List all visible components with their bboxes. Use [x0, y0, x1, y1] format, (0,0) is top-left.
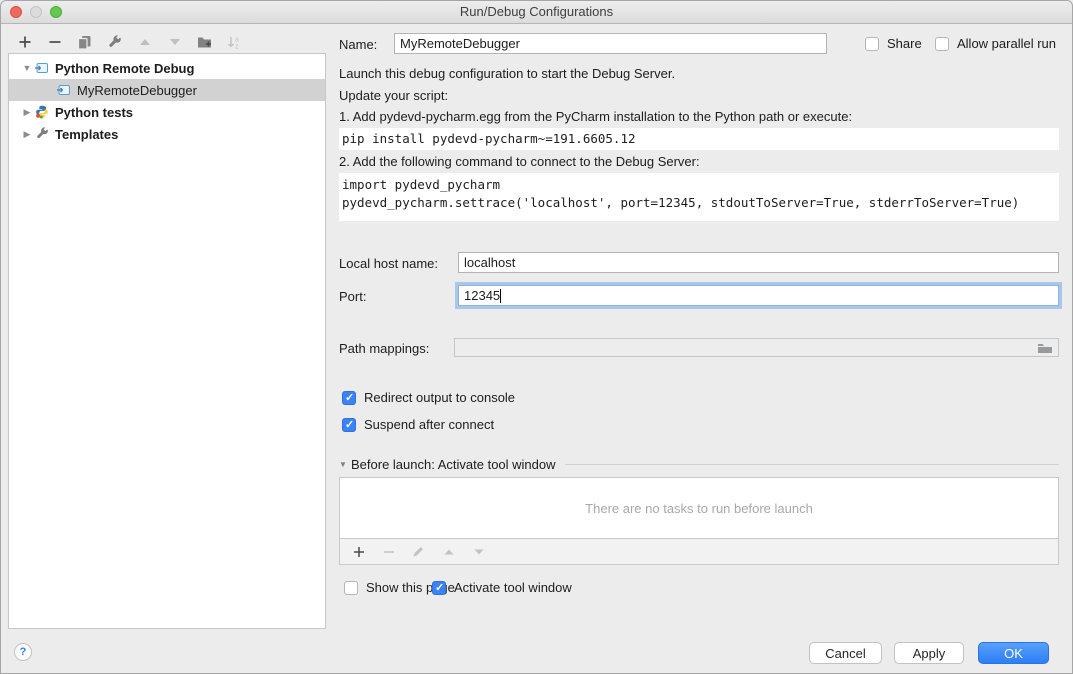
local-host-label: Local host name: [339, 256, 438, 271]
copy-icon[interactable] [76, 34, 93, 51]
remove-icon[interactable] [46, 34, 63, 51]
redirect-output-checkbox-group: Redirect output to console [342, 390, 515, 405]
svg-text:z: z [235, 43, 239, 50]
settrace-code-block: import pydevd_pycharm pydevd_pycharm.set… [339, 173, 1059, 221]
chevron-right-icon[interactable]: ▶ [21, 107, 33, 118]
port-row: Port: [339, 284, 1059, 308]
section-divider [565, 464, 1059, 465]
tree-item-python-tests[interactable]: ▶ Python tests [9, 101, 325, 123]
allow-parallel-checkbox-group: Allow parallel run [935, 36, 1056, 51]
suspend-after-connect-checkbox-group: Suspend after connect [342, 417, 494, 432]
local-host-field-wrapper [458, 252, 1059, 273]
port-label: Port: [339, 289, 366, 304]
python-tests-icon [33, 105, 50, 119]
cancel-button[interactable]: Cancel [809, 642, 882, 664]
folder-icon[interactable] [1037, 341, 1053, 357]
instruction-intro: Launch this debug configuration to start… [339, 66, 675, 81]
instruction-step2: 2. Add the following command to connect … [339, 154, 700, 169]
tree-item-label: Templates [55, 127, 118, 142]
add-icon[interactable] [16, 34, 33, 51]
code-line-2: pydevd_pycharm.settrace('localhost', por… [342, 194, 1059, 212]
share-checkbox-group: Share [865, 36, 922, 51]
window-title: Run/Debug Configurations [1, 1, 1072, 23]
help-button[interactable]: ? [14, 643, 32, 661]
titlebar[interactable]: Run/Debug Configurations [1, 1, 1072, 24]
activate-tool-window-label: Activate tool window [454, 580, 572, 595]
edit-defaults-wrench-icon[interactable] [106, 34, 123, 51]
show-this-page-checkbox[interactable] [344, 581, 358, 595]
suspend-after-connect-checkbox[interactable] [342, 418, 356, 432]
suspend-after-connect-label: Suspend after connect [364, 417, 494, 432]
allow-parallel-run-label: Allow parallel run [957, 36, 1056, 51]
name-row: Name: Share Allow parallel run [339, 33, 1059, 55]
edit-pencil-icon [410, 543, 427, 560]
sort-alphabetically-icon: az [226, 34, 243, 51]
new-folder-icon[interactable] [196, 34, 213, 51]
move-down-icon [166, 34, 183, 51]
tree-item-python-remote-debug[interactable]: ▼ Python Remote Debug [9, 57, 325, 79]
activate-tool-window-checkbox[interactable] [432, 581, 446, 595]
pip-command-code: pip install pydevd-pycharm~=191.6605.12 [339, 128, 1059, 150]
activate-tool-window-checkbox-group: Activate tool window [432, 580, 572, 595]
run-debug-configurations-dialog: Run/Debug Configurations az ▼ [0, 0, 1073, 674]
empty-task-list-text: There are no tasks to run before launch [585, 501, 813, 516]
configurations-toolbar: az [16, 31, 243, 53]
before-launch-header[interactable]: ▼ Before launch: Activate tool window [339, 457, 1059, 472]
instruction-update: Update your script: [339, 88, 448, 103]
before-launch-task-list[interactable]: There are no tasks to run before launch [339, 477, 1059, 539]
local-host-input[interactable] [459, 253, 1058, 272]
name-label: Name: [339, 37, 377, 52]
port-input[interactable] [459, 286, 1058, 305]
allow-parallel-run-checkbox[interactable] [935, 37, 949, 51]
port-field-wrapper [458, 285, 1059, 306]
add-icon[interactable] [350, 543, 367, 560]
local-host-row: Local host name: [339, 252, 1059, 274]
path-mappings-field-wrapper [454, 338, 1059, 357]
instruction-step1: 1. Add pydevd-pycharm.egg from the PyCha… [339, 109, 852, 124]
tree-item-label: MyRemoteDebugger [77, 83, 197, 98]
remove-icon [380, 543, 397, 560]
redirect-output-label: Redirect output to console [364, 390, 515, 405]
ok-button[interactable]: OK [978, 642, 1049, 664]
chevron-down-icon[interactable]: ▼ [21, 63, 33, 73]
remote-debug-icon [33, 61, 50, 75]
move-down-icon [470, 543, 487, 560]
text-caret [500, 289, 501, 303]
redirect-output-checkbox[interactable] [342, 391, 356, 405]
move-up-icon [136, 34, 153, 51]
tree-item-myremotedebugger[interactable]: MyRemoteDebugger [9, 79, 325, 101]
tree-item-label: Python Remote Debug [55, 61, 194, 76]
path-mappings-label: Path mappings: [339, 341, 429, 356]
before-launch-toolbar [339, 539, 1059, 565]
tree-item-templates[interactable]: ▶ Templates [9, 123, 325, 145]
chevron-down-icon[interactable]: ▼ [339, 460, 351, 469]
chevron-right-icon[interactable]: ▶ [21, 129, 33, 140]
wrench-icon [33, 127, 50, 141]
apply-button[interactable]: Apply [894, 642, 964, 664]
before-launch-title: Before launch: Activate tool window [351, 457, 556, 472]
move-up-icon [440, 543, 457, 560]
path-mappings-input[interactable] [455, 339, 1058, 356]
path-mappings-row: Path mappings: [339, 337, 1059, 359]
remote-debug-icon [55, 83, 72, 97]
code-line-1: import pydevd_pycharm [342, 176, 1059, 194]
share-checkbox[interactable] [865, 37, 879, 51]
name-input[interactable] [395, 34, 826, 53]
share-label: Share [887, 36, 922, 51]
svg-text:a: a [235, 36, 239, 43]
name-field-wrapper [394, 33, 827, 54]
configurations-tree: ▼ Python Remote Debug MyRemoteDebugger ▶… [8, 53, 326, 629]
tree-item-label: Python tests [55, 105, 133, 120]
